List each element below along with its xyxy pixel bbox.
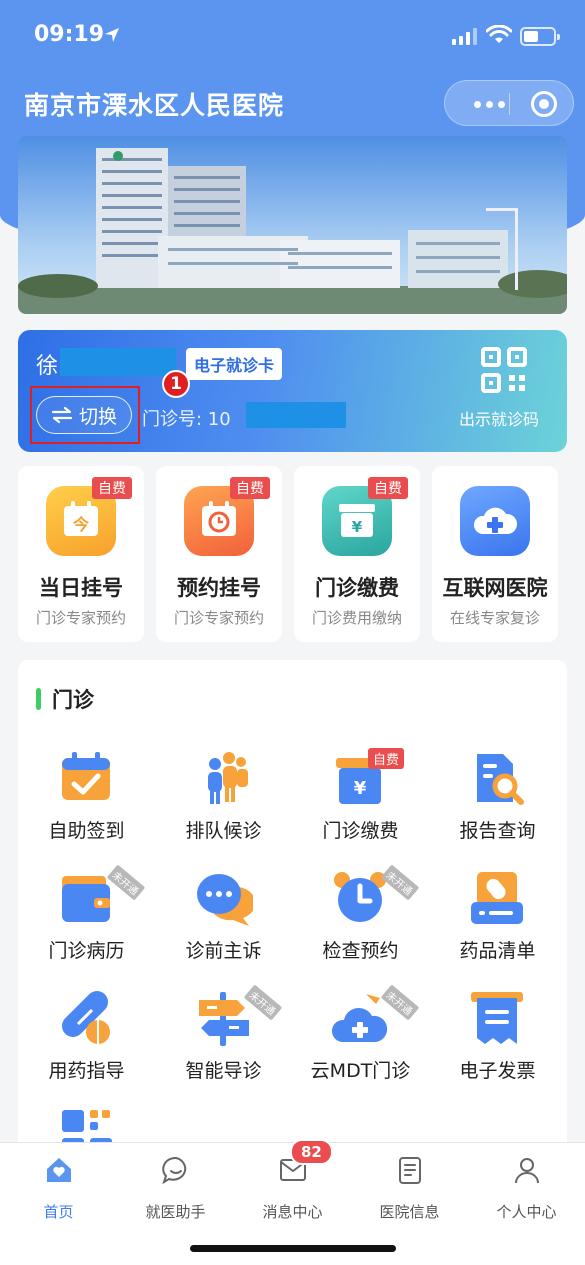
grid-label: 电子发票 <box>459 1060 536 1082</box>
outpatient-section: 门诊 自助签到 排队候诊 ¥ 自费 门诊缴费 报告查询 未开通 门诊病历 诊前主… <box>18 660 567 1180</box>
grid-medical-record[interactable]: 未开通 门诊病历 <box>18 864 155 978</box>
location-arrow-icon <box>105 28 119 42</box>
drug-list-icon <box>471 872 523 924</box>
status-time: 09:19 <box>34 22 105 47</box>
tab-hospital-info[interactable]: 医院信息 <box>351 1155 468 1225</box>
pill-capsule-icon <box>61 990 110 1044</box>
quick-action-appointment-registration[interactable]: 自费 预约挂号 门诊专家预约 <box>156 466 282 642</box>
grid-pre-consult-complaint[interactable]: 诊前主诉 <box>155 868 292 978</box>
quick-action-internet-hospital[interactable]: 互联网医院 在线专家复诊 <box>432 466 558 642</box>
calendar-check-icon <box>62 752 110 800</box>
grid-self-check-in[interactable]: 自助签到 <box>18 748 155 858</box>
grid-label: 自助签到 <box>48 820 125 842</box>
hospital-banner-image <box>18 136 567 314</box>
grid-e-invoice[interactable]: 电子发票 <box>429 988 566 1098</box>
quick-action-subtitle: 门诊专家预约 <box>35 609 126 627</box>
invoice-icon <box>471 992 523 1044</box>
chat-bubble-icon <box>197 874 253 926</box>
message-count-badge: 82 <box>290 1139 333 1165</box>
home-indicator <box>190 1245 396 1252</box>
grid-label: 排队候诊 <box>185 820 262 842</box>
quick-action-subtitle: 门诊费用缴纳 <box>311 609 402 627</box>
grid-label: 药品清单 <box>459 940 536 962</box>
grid-label: 报告查询 <box>459 820 536 842</box>
tab-label: 医院信息 <box>379 1203 440 1221</box>
document-icon <box>399 1157 421 1184</box>
svg-text:今: 今 <box>72 515 89 534</box>
tab-label: 就医助手 <box>145 1203 206 1221</box>
close-miniprogram-icon[interactable] <box>531 91 557 117</box>
redacted-clinic-number <box>246 402 346 428</box>
show-qr-label[interactable]: 出示就诊码 <box>459 406 539 430</box>
tab-message-center[interactable]: 消息中心 <box>234 1155 351 1225</box>
grid-report-query[interactable]: 报告查询 <box>429 748 566 858</box>
cloud-plus-icon <box>460 486 530 556</box>
more-icon[interactable] <box>469 93 509 115</box>
grid-label: 云MDT门诊 <box>310 1060 411 1082</box>
quick-action-subtitle: 在线专家复诊 <box>449 609 540 627</box>
tab-personal-center[interactable]: 个人中心 <box>468 1155 585 1225</box>
quick-action-title: 门诊缴费 <box>315 576 399 600</box>
redacted-name <box>60 348 176 376</box>
patient-card: 徐 电子就诊卡 1 切换 门诊号: 10 出示就诊码 <box>18 330 567 452</box>
svg-text:¥: ¥ <box>354 778 367 799</box>
self-pay-badge: 自费 <box>92 477 132 499</box>
switch-highlight-box <box>30 386 140 444</box>
page-title: 南京市溧水区人民医院 <box>24 91 285 120</box>
qr-code-icon[interactable] <box>480 346 528 394</box>
step-number-badge: 1 <box>162 370 190 398</box>
section-title: 门诊 <box>52 688 94 712</box>
self-pay-tag: 自费 <box>368 748 405 769</box>
tab-label: 个人中心 <box>496 1203 557 1221</box>
home-icon <box>47 1158 71 1182</box>
clinic-number-label: 门诊号: 10 <box>142 409 231 430</box>
patient-name: 徐 <box>36 354 59 379</box>
miniprogram-capsule <box>444 80 574 126</box>
self-pay-badge: 自费 <box>368 477 408 499</box>
grid-label: 检查预约 <box>322 940 399 962</box>
grid-label: 用药指导 <box>48 1060 125 1082</box>
tab-label: 消息中心 <box>262 1203 323 1221</box>
status-bar: 09:19 <box>0 0 585 76</box>
quick-action-title: 当日挂号 <box>39 576 123 600</box>
grid-outpatient-payment[interactable]: ¥ 自费 门诊缴费 <box>292 748 429 858</box>
cellular-signal-icon <box>452 28 477 45</box>
grid-queue-waiting[interactable]: 排队候诊 <box>155 748 292 858</box>
grid-label: 智能导诊 <box>185 1060 262 1082</box>
grid-label: 门诊缴费 <box>322 820 399 842</box>
chat-bubble-icon <box>162 1156 187 1185</box>
quick-action-title: 预约挂号 <box>177 576 261 600</box>
quick-action-title: 互联网医院 <box>442 576 548 600</box>
wifi-icon <box>486 25 512 43</box>
grid-drug-list[interactable]: 药品清单 <box>429 868 566 978</box>
grid-cloud-mdt-clinic[interactable]: 未开通 云MDT门诊 <box>292 984 429 1098</box>
tab-label: 首页 <box>43 1203 74 1221</box>
grid-exam-appointment[interactable]: 未开通 检查预约 <box>292 864 429 978</box>
person-icon <box>515 1158 539 1184</box>
report-search-icon <box>477 754 524 805</box>
tab-medical-assistant[interactable]: 就医助手 <box>117 1155 234 1225</box>
quick-action-same-day-registration[interactable]: 今 自费 当日挂号 门诊专家预约 <box>18 466 144 642</box>
self-pay-badge: 自费 <box>230 477 270 499</box>
quick-action-subtitle: 门诊专家预约 <box>173 609 264 627</box>
grid-label: 门诊病历 <box>48 940 125 962</box>
ecard-tag: 电子就诊卡 <box>186 348 283 380</box>
quick-action-outpatient-payment[interactable]: ¥ 自费 门诊缴费 门诊费用缴纳 <box>294 466 420 642</box>
grid-smart-guide[interactable]: 未开通 智能导诊 <box>155 984 292 1098</box>
queue-people-icon <box>208 752 248 804</box>
grid-medication-guide[interactable]: 用药指导 <box>18 988 155 1098</box>
battery-icon <box>520 27 560 46</box>
grid-label: 诊前主诉 <box>185 940 262 962</box>
svg-text:¥: ¥ <box>352 518 363 536</box>
tab-home[interactable]: 首页 <box>0 1155 117 1225</box>
section-accent-bar <box>36 688 41 710</box>
